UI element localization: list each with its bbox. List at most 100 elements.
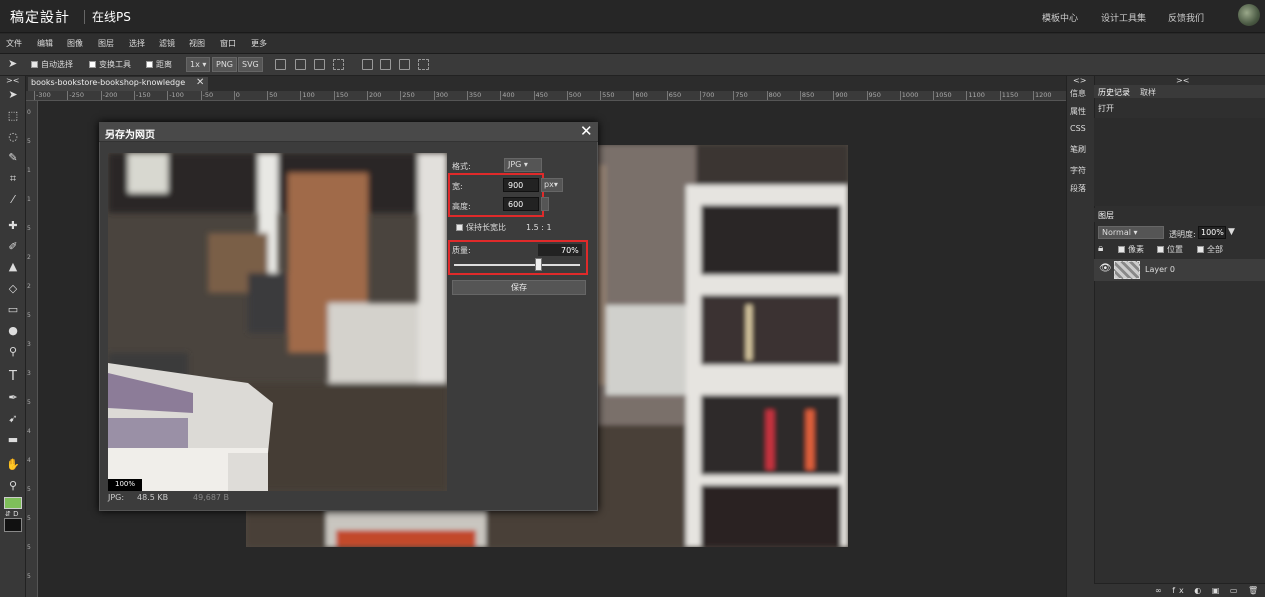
quality-slider-thumb[interactable] xyxy=(535,258,542,271)
layer-name[interactable]: Layer 0 xyxy=(1145,265,1175,274)
align-right-icon[interactable] xyxy=(314,59,325,70)
lock-pixels-label: 像素 xyxy=(1128,245,1144,254)
blend-mode-select[interactable]: Normal ▾ xyxy=(1098,226,1164,239)
lasso-icon[interactable]: ◌ xyxy=(4,129,22,145)
lock-pixels-checkbox[interactable]: 像素 xyxy=(1118,244,1144,255)
zoom-level: 100% xyxy=(115,480,136,488)
opacity-input[interactable]: 100% xyxy=(1198,226,1226,239)
blur-icon[interactable]: ● xyxy=(4,323,22,339)
distribute-h-icon[interactable] xyxy=(418,59,429,70)
collapse-toolbar-icon[interactable]: >< xyxy=(6,76,19,85)
menu-filter[interactable]: 滤镜 xyxy=(159,38,175,49)
distribute-icon[interactable] xyxy=(333,59,344,70)
tab-character[interactable]: 字符 xyxy=(1070,165,1086,176)
align-center-icon[interactable] xyxy=(295,59,306,70)
ruler-tick: 750 xyxy=(733,91,748,100)
unit-select[interactable]: px▾ xyxy=(541,178,563,192)
distance-check-icon xyxy=(146,61,153,68)
ruler-tick: 0 xyxy=(233,91,240,100)
menu-image[interactable]: 图像 xyxy=(67,38,83,49)
menu-edit[interactable]: 编辑 xyxy=(37,38,53,49)
tab-brush[interactable]: 笔刷 xyxy=(1070,144,1086,155)
stamp-icon[interactable]: ▲ xyxy=(4,259,22,275)
dodge-icon[interactable]: ⚲ xyxy=(4,344,22,360)
ruler-tick: 1150 xyxy=(999,91,1019,100)
swap-colors-icon[interactable]: ⇵ D xyxy=(5,510,18,518)
pen-icon[interactable]: ✒ xyxy=(4,390,22,406)
lock-all-checkbox[interactable]: 全部 xyxy=(1197,244,1223,255)
magic-wand-icon[interactable]: ✎ xyxy=(4,150,22,166)
menu-view[interactable]: 视图 xyxy=(189,38,205,49)
ruler-v-tick: 5 xyxy=(27,515,31,522)
dialog-titlebar[interactable] xyxy=(99,122,598,142)
ruler-v-tick: 5 xyxy=(27,138,31,145)
tab-history[interactable]: 历史记录 xyxy=(1098,87,1130,98)
format-select[interactable]: JPG ▾ xyxy=(504,158,542,172)
auto-select-label: 自动选择 xyxy=(41,60,73,69)
menu-select[interactable]: 选择 xyxy=(129,38,145,49)
menu-layer[interactable]: 图层 xyxy=(98,38,114,49)
lock-position-checkbox[interactable]: 位置 xyxy=(1157,244,1183,255)
scale-select[interactable]: 1x ▾ xyxy=(186,57,211,72)
align-top-icon[interactable] xyxy=(362,59,373,70)
tab-properties[interactable]: 属性 xyxy=(1070,106,1086,117)
tab-paragraph[interactable]: 段落 xyxy=(1070,183,1086,194)
menu-window[interactable]: 窗口 xyxy=(220,38,236,49)
collapse-right-panel-icon[interactable]: >< xyxy=(1176,76,1189,85)
marquee-icon[interactable]: ⬚ xyxy=(4,108,22,124)
menu-more[interactable]: 更多 xyxy=(251,38,267,49)
keep-ratio-checkbox[interactable]: 保持长宽比 xyxy=(456,222,506,233)
document-tab[interactable]: books-bookstore-bookshop-knowledge xyxy=(28,77,208,91)
opacity-dropdown-icon[interactable]: ▼ xyxy=(1228,227,1235,237)
avatar[interactable] xyxy=(1238,4,1260,26)
width-input[interactable]: 900 xyxy=(503,178,539,192)
ruler-tick: 100 xyxy=(300,91,315,100)
auto-select-checkbox[interactable]: 自动选择 xyxy=(31,59,73,70)
hand-icon[interactable]: ✋ xyxy=(4,457,22,473)
brush-icon[interactable]: ✐ xyxy=(4,239,22,255)
png-button[interactable]: PNG xyxy=(212,57,238,72)
healing-icon[interactable]: ✚ xyxy=(4,218,22,234)
eraser-icon[interactable]: ◇ xyxy=(4,281,22,297)
transform-checkbox[interactable]: 变换工具 xyxy=(89,59,131,70)
tab-swatches[interactable]: 取样 xyxy=(1140,87,1156,98)
distance-checkbox[interactable]: 距离 xyxy=(146,59,172,70)
file-type: JPG: xyxy=(108,493,125,502)
move-icon[interactable]: ➤ xyxy=(4,87,22,103)
tab-info[interactable]: 信息 xyxy=(1070,88,1086,99)
save-button[interactable]: 保存 xyxy=(452,280,586,295)
align-left-icon[interactable] xyxy=(275,59,286,70)
background-color-swatch[interactable] xyxy=(4,518,22,532)
path-select-icon[interactable]: ➹ xyxy=(4,411,22,427)
shape-icon[interactable]: ▬ xyxy=(4,432,22,448)
height-input[interactable]: 600 xyxy=(503,197,539,211)
zoom-icon[interactable]: ⚲ xyxy=(4,478,22,494)
move-tool-icon[interactable]: ➤ xyxy=(8,57,17,70)
gradient-icon[interactable]: ▭ xyxy=(4,302,22,318)
align-bottom-icon[interactable] xyxy=(399,59,410,70)
foreground-color-swatch[interactable] xyxy=(4,497,22,509)
ruler-v-tick: 1 xyxy=(27,196,31,203)
tab-css[interactable]: CSS xyxy=(1070,124,1086,133)
history-item[interactable]: 打开 xyxy=(1098,103,1114,114)
preview-image[interactable] xyxy=(108,153,447,491)
ruler-tick: 700 xyxy=(700,91,715,100)
template-center-link[interactable]: 模板中心 xyxy=(1042,11,1078,24)
quality-slider-track[interactable] xyxy=(454,264,580,266)
close-tab-icon[interactable]: ✕ xyxy=(196,77,204,88)
feedback-link[interactable]: 反馈我们 xyxy=(1168,11,1204,24)
layer-actions-icons[interactable]: ∞ fx ◐ ▣ ▭ 🗑︎ xyxy=(1155,586,1262,595)
design-tools-link[interactable]: 设计工具集 xyxy=(1101,11,1146,24)
scale-value: 1x xyxy=(190,60,200,69)
align-middle-icon[interactable] xyxy=(380,59,391,70)
ruler-v-tick: 5 xyxy=(27,573,31,580)
type-icon[interactable]: T xyxy=(4,369,22,385)
svg-button[interactable]: SVG xyxy=(238,57,263,72)
crop-icon[interactable]: ⌗ xyxy=(4,171,22,187)
logo[interactable]: 稿定設計 xyxy=(10,7,70,27)
menu-file[interactable]: 文件 xyxy=(6,38,22,49)
expand-panel-icon[interactable]: <> xyxy=(1073,76,1086,85)
close-dialog-icon[interactable]: ✕ xyxy=(580,122,593,140)
visibility-eye-icon[interactable]: 👁︎ xyxy=(1099,263,1112,274)
eyedropper-icon[interactable]: ⁄ xyxy=(4,192,22,208)
